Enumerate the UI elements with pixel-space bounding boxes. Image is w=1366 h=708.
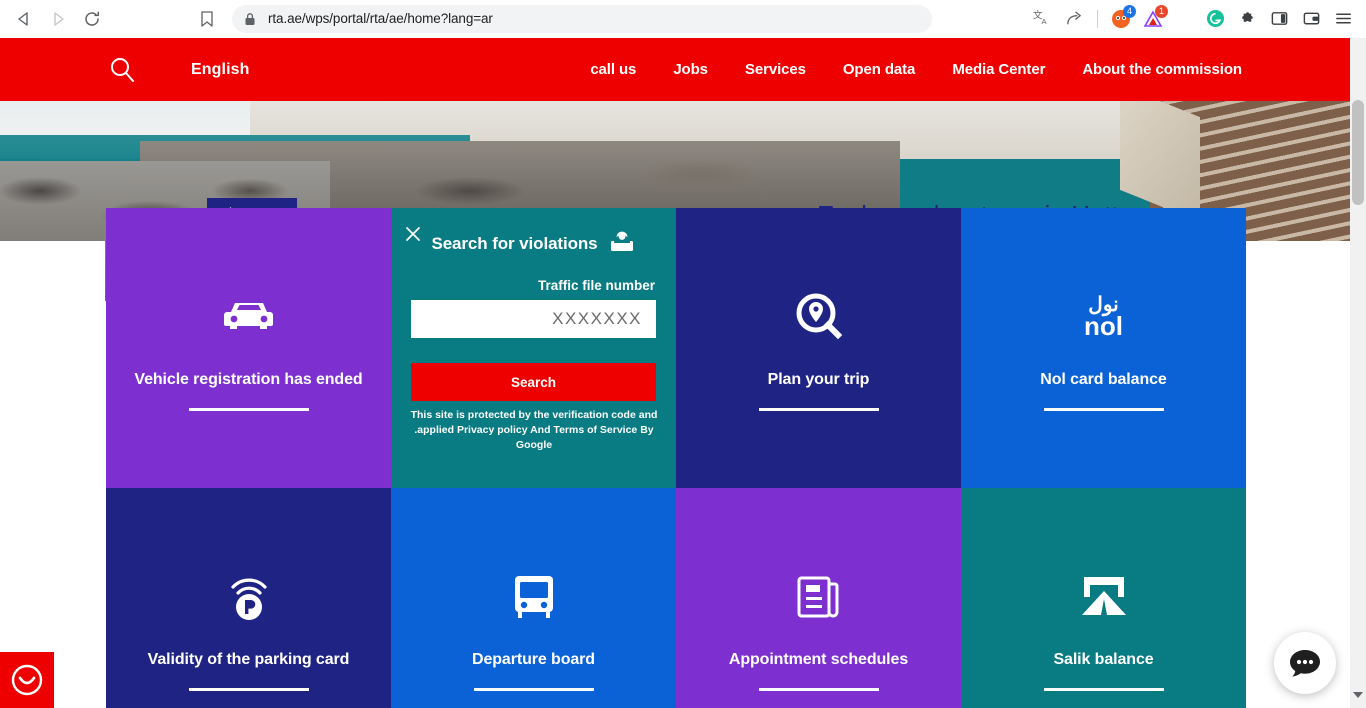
reload-icon	[85, 10, 100, 26]
tile-label: Validity of the parking card	[147, 651, 350, 668]
toolbar-divider	[1097, 9, 1098, 28]
tile-salik-balance[interactable]: Salik balance	[961, 488, 1246, 708]
tile-underline	[1043, 688, 1164, 691]
scroll-down-arrow-icon[interactable]	[1353, 692, 1363, 698]
back-arrow-icon	[18, 11, 28, 26]
recaptcha-legal-text: This site is protected by the verificati…	[405, 408, 663, 454]
legal-line-2: .applied Privacy policy And Terms of Ser…	[414, 424, 654, 452]
search-icon	[111, 57, 134, 82]
grammarly-extension-icon	[1206, 9, 1224, 28]
traffic-file-number-input[interactable]	[411, 300, 656, 338]
tile-underline	[188, 408, 309, 411]
tile-departure-board[interactable]: Departure board	[391, 488, 676, 708]
nav-item-services[interactable]: Services	[745, 61, 806, 78]
nav-item-open-data[interactable]: Open data	[843, 61, 916, 78]
tile-label: Departure board	[472, 651, 595, 668]
tile-nol-card-balance[interactable]: نول nol Nol card balance	[961, 208, 1246, 488]
browser-actions: 文 A 4 1	[1027, 4, 1366, 34]
address-bar[interactable]: rta.ae/wps/portal/rta/ae/home?lang=ar	[232, 4, 932, 33]
search-violations-panel: Search for violations Traffic file numbe…	[391, 208, 676, 488]
panel-title-row: Search for violations	[391, 228, 676, 259]
forward-button[interactable]	[44, 5, 72, 33]
page-scrollbar[interactable]	[1350, 38, 1366, 708]
extensions-puzzle-icon	[1241, 12, 1253, 22]
extensions-button[interactable]	[1232, 4, 1262, 34]
tile-label: Appointment schedules	[728, 651, 909, 668]
tile-underline	[473, 688, 594, 691]
tile-parking-card-validity[interactable]: Validity of the parking card	[106, 488, 391, 708]
forward-arrow-icon	[54, 11, 64, 26]
legal-line-1: This site is protected by the verificati…	[410, 409, 658, 421]
tile-underline	[758, 408, 879, 411]
smiley-face-icon	[11, 664, 43, 696]
bookmark-button[interactable]	[194, 6, 220, 32]
adobe-extension-button[interactable]: 1	[1138, 4, 1168, 34]
honey-extension-button[interactable]: 4	[1106, 4, 1136, 34]
reload-button[interactable]	[78, 5, 106, 33]
bookmark-icon	[201, 10, 213, 27]
url-text: rta.ae/wps/portal/rta/ae/home?lang=ar	[268, 11, 493, 26]
navigation-buttons	[0, 5, 106, 33]
wallet-button[interactable]	[1296, 4, 1326, 34]
wallet-icon	[1303, 12, 1319, 25]
adobe-badge: 1	[1155, 4, 1168, 18]
share-button[interactable]	[1059, 4, 1089, 34]
translate-button[interactable]: 文 A	[1027, 4, 1057, 34]
tile-appointment-schedules[interactable]: Appointment schedules	[676, 488, 961, 708]
honey-badge: 4	[1123, 4, 1136, 18]
nav-item-jobs[interactable]: Jobs	[673, 61, 708, 78]
nol-logo-latin: nol	[1084, 311, 1123, 341]
tile-underline	[1043, 408, 1164, 411]
parking-signal-icon	[221, 565, 277, 629]
tile-vehicle-registration[interactable]: Vehicle registration has ended	[106, 208, 391, 488]
side-panel-button[interactable]	[1264, 4, 1294, 34]
tile-label: Salik balance	[1053, 651, 1154, 668]
share-icon	[1066, 11, 1081, 25]
map-pin-search-icon	[791, 285, 847, 349]
tile-label: Plan your trip	[767, 371, 870, 388]
tile-plan-your-trip[interactable]: Plan your trip	[676, 208, 961, 488]
bus-icon	[508, 565, 560, 629]
nav-item-media-center[interactable]: Media Center	[952, 61, 1045, 78]
scrollbar-thumb[interactable]	[1352, 100, 1364, 205]
nol-logo-icon: نول nol	[1084, 285, 1123, 349]
tile-label: Vehicle registration has ended	[134, 371, 363, 388]
grammarly-extension-button[interactable]	[1200, 4, 1230, 34]
nav-item-about-the-commission[interactable]: About the commission	[1082, 61, 1242, 78]
document-list-icon	[793, 565, 845, 629]
web-page: English call us Jobs Services Open data …	[0, 38, 1350, 708]
traffic-file-number-label: Traffic file number	[537, 278, 655, 293]
back-button[interactable]	[10, 5, 38, 33]
main-navigation: call us Jobs Services Open data Media Ce…	[590, 61, 1242, 78]
feedback-button[interactable]	[0, 652, 54, 708]
chrome-menu-button[interactable]	[1328, 4, 1358, 34]
site-search-button[interactable]	[105, 53, 139, 87]
translate-icon: 文 A	[1033, 10, 1048, 27]
panel-title: Search for violations	[431, 233, 598, 253]
language-switch[interactable]: English	[191, 61, 249, 79]
search-violations-button[interactable]: Search	[411, 363, 656, 401]
nav-item-call-us[interactable]: call us	[590, 61, 636, 78]
tile-underline	[758, 688, 879, 691]
violation-camera-icon	[608, 228, 636, 259]
tile-label: Nol card balance	[1040, 371, 1167, 388]
site-header: English call us Jobs Services Open data …	[0, 38, 1350, 101]
svg-text:A: A	[1041, 17, 1047, 26]
tile-underline	[188, 688, 309, 691]
services-tile-grid: Vehicle registration has ended Search fo…	[106, 208, 1246, 708]
side-panel-icon	[1271, 12, 1287, 25]
browser-toolbar: rta.ae/wps/portal/rta/ae/home?lang=ar 文 …	[0, 0, 1366, 38]
chat-widget-button[interactable]	[1274, 632, 1336, 694]
lock-icon	[244, 12, 258, 26]
car-icon	[220, 285, 278, 349]
chrome-menu-icon	[1335, 13, 1351, 24]
salik-gate-icon	[1076, 565, 1132, 629]
chat-bubble-icon	[1290, 650, 1320, 677]
